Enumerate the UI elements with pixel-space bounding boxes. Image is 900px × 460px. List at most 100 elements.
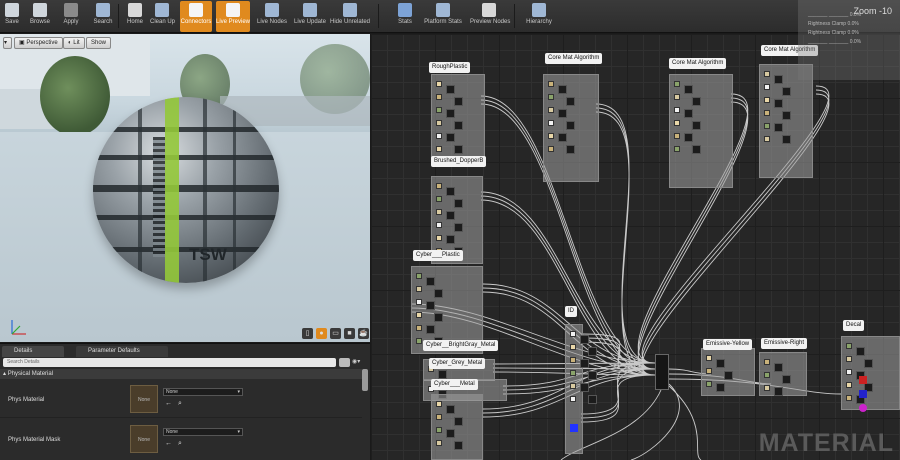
expression-node[interactable] [434,289,443,298]
expression-node[interactable] [774,363,783,372]
texture-sample-node[interactable] [548,94,554,100]
browse-search-icon[interactable]: ⌕ [178,400,182,408]
expression-node[interactable] [446,429,455,438]
decal-color-node[interactable] [859,404,867,412]
texture-sample-node[interactable] [764,110,770,116]
texture-sample-node[interactable] [436,81,442,87]
phys-material-dropdown[interactable]: None ▾ [163,388,243,396]
comment-title[interactable]: Cyber___Metal [431,379,478,390]
expression-node[interactable] [454,97,463,106]
eye-icon[interactable]: ◉▾ [352,358,366,367]
expression-node[interactable] [566,121,575,130]
texture-sample-node[interactable] [548,120,554,126]
expression-node[interactable] [724,371,733,380]
texture-sample-node[interactable] [764,359,770,365]
cylinder-icon[interactable]: ▯ [302,328,313,339]
toolbar-clean-up-button[interactable]: Clean Up [150,1,175,32]
toolbar-apply-button[interactable]: Apply [60,1,82,32]
expression-node[interactable] [446,211,455,220]
texture-sample-node[interactable] [674,146,680,152]
expression-node[interactable] [782,111,791,120]
toolbar-save-button[interactable]: Save [2,1,22,32]
expression-node[interactable] [454,223,463,232]
toolbar-platform-stats-button[interactable]: Platform Stats [424,1,462,32]
texture-sample-node[interactable] [674,81,680,87]
expression-node[interactable] [716,383,725,392]
expression-node[interactable] [454,145,463,154]
expression-node[interactable] [774,75,783,84]
comment-title[interactable]: Cyber___Plastic [413,250,463,261]
tab-parameter-defaults[interactable]: Parameter Defaults [76,346,168,357]
expression-node[interactable] [684,85,693,94]
expression-node[interactable] [434,313,443,322]
lit-button[interactable]: ◐ Lit [63,37,85,49]
texture-sample-node[interactable] [416,312,422,318]
texture-sample-node[interactable] [436,107,442,113]
texture-sample-node[interactable] [846,395,852,401]
expression-node[interactable] [580,359,589,368]
toolbar-home-button[interactable]: Home [125,1,145,32]
expression-node[interactable] [782,135,791,144]
expression-node[interactable] [588,371,597,380]
texture-sample-node[interactable] [570,396,576,402]
expression-node[interactable] [446,109,455,118]
expression-node[interactable] [454,199,463,208]
comment-title[interactable]: Emissive-Right [761,338,808,349]
expression-node[interactable] [446,187,455,196]
expression-node[interactable] [446,235,455,244]
expression-node[interactable] [454,121,463,130]
texture-sample-node[interactable] [846,369,852,375]
comment-box[interactable] [543,74,599,182]
comment-box[interactable] [759,64,813,178]
expression-node[interactable] [782,87,791,96]
expression-node[interactable] [692,121,701,130]
texture-sample-node[interactable] [570,383,576,389]
texture-sample-node[interactable] [674,107,680,113]
texture-sample-node[interactable] [436,183,442,189]
expression-node[interactable] [558,133,567,142]
toolbar-preview-nodes-button[interactable]: Preview Nodes [470,1,510,32]
texture-sample-node[interactable] [570,331,576,337]
comment-title[interactable]: Emissive-Yellow [703,339,753,350]
texture-sample-node[interactable] [706,355,712,361]
expression-node[interactable] [692,145,701,154]
comment-box[interactable] [841,336,900,410]
texture-sample-node[interactable] [436,120,442,126]
texture-sample-node[interactable] [764,84,770,90]
view-options-icon[interactable] [339,358,350,367]
texture-sample-node[interactable] [436,94,442,100]
use-selected-arrow-icon[interactable]: ← [165,440,172,447]
comment-box[interactable] [701,348,755,396]
comment-title[interactable]: Cyber__BrightGray_Metal [423,340,499,351]
expression-node[interactable] [774,99,783,108]
comment-title[interactable]: Brushed_DopperB [431,156,487,167]
expression-node[interactable] [774,387,783,396]
expression-node[interactable] [454,441,463,450]
texture-sample-node[interactable] [674,120,680,126]
texture-sample-node[interactable] [764,123,770,129]
toolbar-live-update-button[interactable]: Live Update [293,1,327,32]
comment-title[interactable]: ID [565,306,577,317]
expression-node[interactable] [446,405,455,414]
texture-sample-node[interactable] [436,401,442,407]
texture-sample-node[interactable] [436,440,442,446]
texture-sample-node[interactable] [570,357,576,363]
material-preview-viewport[interactable]: TSW ▾ ▣ Perspective ◐ Lit Show ▯ ● ▭ ■ ☕ [0,34,370,342]
expression-node[interactable] [684,109,693,118]
expression-node[interactable] [446,85,455,94]
expression-node[interactable] [580,383,589,392]
comment-box[interactable] [431,74,485,162]
cube-icon[interactable]: ■ [344,328,355,339]
expression-node[interactable] [774,123,783,132]
comment-title[interactable]: Decal [843,320,865,331]
texture-sample-node[interactable] [436,414,442,420]
texture-sample-node[interactable] [416,299,422,305]
texture-sample-node[interactable] [436,427,442,433]
phys-material-thumbnail[interactable]: None [130,385,158,413]
texture-sample-node[interactable] [706,381,712,387]
show-button[interactable]: Show [86,37,112,49]
perspective-button[interactable]: ▣ Perspective [14,37,63,49]
tab-details[interactable]: Details [2,346,64,357]
expression-node[interactable] [566,145,575,154]
texture-sample-node[interactable] [436,196,442,202]
